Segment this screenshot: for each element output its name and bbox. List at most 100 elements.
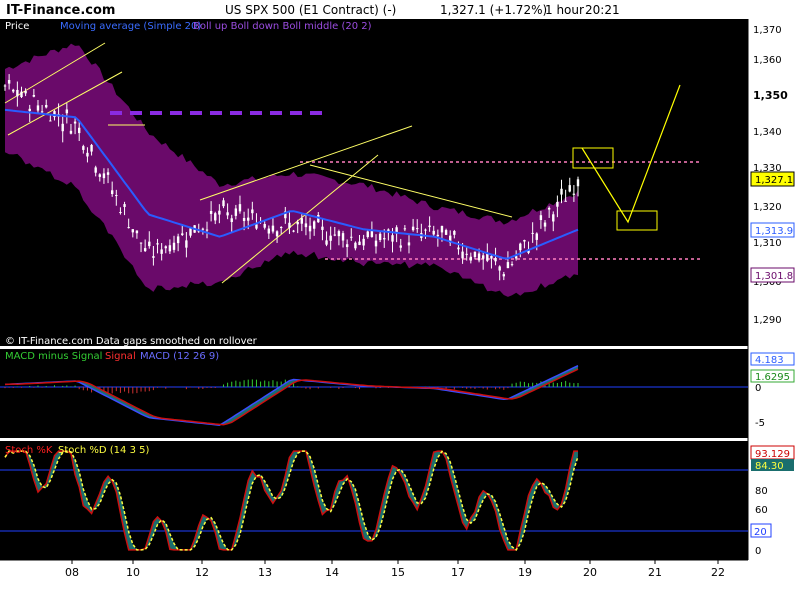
candle-body bbox=[292, 230, 295, 232]
candle-body bbox=[110, 190, 114, 195]
candle-body bbox=[304, 223, 308, 228]
candle-body bbox=[391, 235, 394, 242]
price-legend: Price bbox=[5, 21, 29, 32]
candle-body bbox=[201, 228, 205, 230]
candle-body bbox=[523, 240, 526, 242]
svg-text:60: 60 bbox=[755, 505, 768, 516]
candle-body bbox=[354, 242, 357, 249]
x-axis-ticks: 08 10 12 13 14 15 17 19 20 21 22 bbox=[65, 560, 725, 579]
candle-body bbox=[535, 233, 538, 240]
candle-body bbox=[102, 173, 106, 179]
candle-body bbox=[543, 222, 547, 227]
svg-text:4.183: 4.183 bbox=[755, 355, 784, 366]
candle-body bbox=[486, 253, 489, 261]
candle-body bbox=[172, 242, 176, 250]
candle-body bbox=[444, 230, 448, 235]
candle-body bbox=[312, 221, 316, 229]
candle-body bbox=[568, 185, 571, 192]
candle-body bbox=[416, 228, 419, 230]
candle-body bbox=[469, 256, 473, 261]
x-tick-label: 14 bbox=[325, 566, 339, 579]
macd-legend-macd: MACD (12 26 9) bbox=[140, 351, 219, 362]
candle-body bbox=[214, 213, 217, 221]
candle-body bbox=[160, 249, 163, 254]
candle-body bbox=[407, 242, 411, 246]
candle-body bbox=[300, 218, 304, 224]
candle-body bbox=[115, 195, 118, 197]
svg-text:84.30: 84.30 bbox=[755, 461, 784, 472]
candle-body bbox=[40, 111, 44, 113]
x-tick-label: 10 bbox=[126, 566, 140, 579]
candle-body bbox=[148, 241, 151, 247]
candle-body bbox=[333, 234, 336, 236]
candle-body bbox=[279, 226, 283, 228]
candle-body bbox=[131, 229, 134, 233]
candle-body bbox=[366, 231, 369, 238]
candle-body bbox=[86, 152, 89, 157]
candle-body bbox=[90, 144, 93, 152]
candle-body bbox=[308, 225, 312, 232]
tick-1320: 1,320 bbox=[753, 202, 782, 213]
candle-body bbox=[251, 209, 254, 214]
candle-body bbox=[506, 262, 510, 269]
candle-body bbox=[440, 225, 444, 233]
candle-body bbox=[176, 236, 180, 244]
candle-body bbox=[325, 240, 328, 245]
candle-body bbox=[3, 85, 7, 87]
candle-body bbox=[329, 235, 332, 241]
x-tick-label: 15 bbox=[391, 566, 405, 579]
tick-1360: 1,360 bbox=[753, 55, 782, 66]
candle-body bbox=[502, 274, 505, 277]
candle-body bbox=[576, 179, 580, 187]
svg-text:1.6295: 1.6295 bbox=[755, 372, 790, 383]
candle-body bbox=[374, 240, 378, 247]
candle-body bbox=[465, 253, 468, 255]
candle-body bbox=[135, 230, 139, 234]
candle-body bbox=[181, 233, 184, 235]
candle-body bbox=[156, 243, 159, 245]
candle-body bbox=[143, 248, 147, 252]
svg-text:20: 20 bbox=[754, 527, 767, 538]
candle-body bbox=[189, 228, 192, 236]
candle-body bbox=[490, 256, 493, 259]
candle-body bbox=[127, 227, 130, 229]
candle-body bbox=[106, 172, 110, 175]
tick-1350: 1,350 bbox=[753, 89, 788, 102]
candle-body bbox=[510, 264, 514, 266]
candle-body bbox=[383, 238, 386, 240]
x-tick-label: 20 bbox=[583, 566, 597, 579]
candle-body bbox=[428, 225, 431, 228]
candle-body bbox=[321, 226, 324, 230]
candle-body bbox=[222, 200, 225, 207]
candle-body bbox=[209, 210, 213, 214]
x-tick-label: 08 bbox=[65, 566, 79, 579]
candle-body bbox=[234, 208, 238, 216]
svg-text:80: 80 bbox=[755, 486, 768, 497]
candle-body bbox=[205, 229, 209, 231]
candle-body bbox=[572, 193, 576, 195]
candle-body bbox=[358, 241, 361, 246]
tick-1310: 1,310 bbox=[753, 238, 782, 249]
svg-text:93.129: 93.129 bbox=[755, 449, 790, 460]
candle-body bbox=[230, 218, 233, 223]
candle-body bbox=[362, 238, 365, 246]
boll-last-label: 1,301.8 bbox=[750, 267, 795, 283]
candle-body bbox=[168, 245, 172, 252]
tick-1340: 1,340 bbox=[753, 127, 782, 138]
copyright-text: © IT-Finance.com Data gaps smoothed on r… bbox=[5, 336, 258, 347]
tick-1290: 1,290 bbox=[753, 315, 782, 326]
candle-body bbox=[65, 109, 69, 114]
candle-body bbox=[411, 226, 415, 231]
candle-body bbox=[432, 230, 435, 235]
candle-body bbox=[424, 229, 427, 231]
candle-body bbox=[477, 253, 481, 261]
candle-body bbox=[78, 127, 81, 134]
candle-body bbox=[267, 228, 271, 234]
candle-body bbox=[152, 256, 155, 258]
stoch-panel bbox=[0, 441, 748, 560]
x-tick-label: 19 bbox=[518, 566, 532, 579]
candle-body bbox=[494, 258, 497, 262]
x-tick-label: 21 bbox=[648, 566, 662, 579]
candle-body bbox=[378, 233, 382, 241]
candle-body bbox=[255, 224, 258, 229]
